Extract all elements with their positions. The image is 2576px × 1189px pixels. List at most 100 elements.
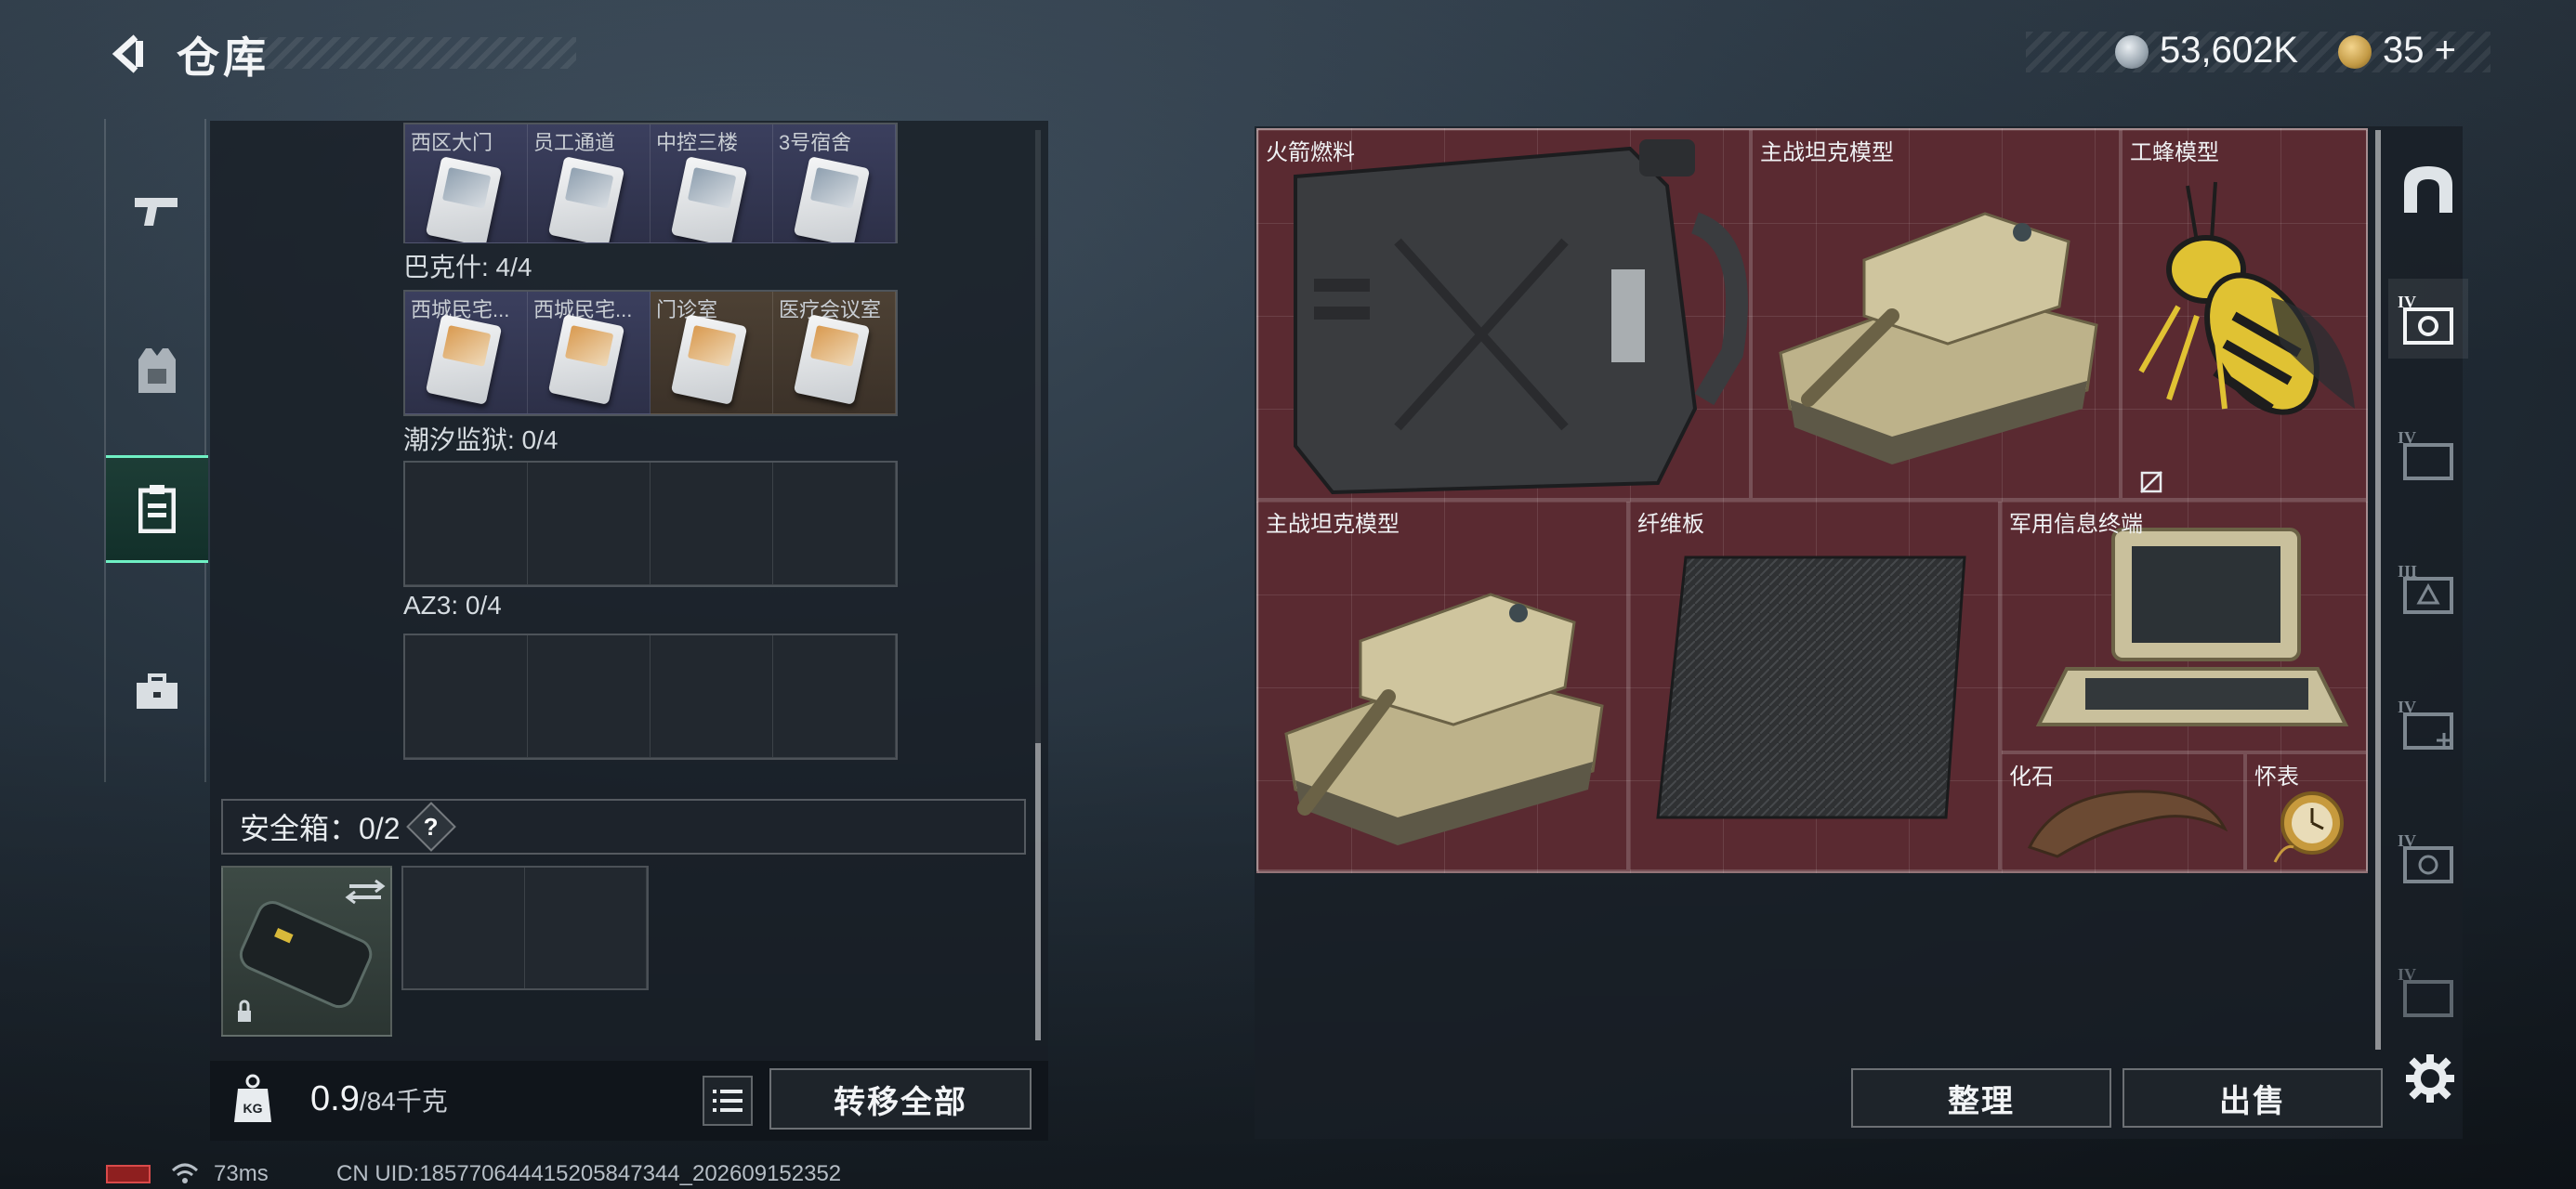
right-scrollbar[interactable]	[2375, 130, 2381, 1050]
item-military-terminal[interactable]: 军用信息终端	[2000, 500, 2368, 752]
back-arrow-icon	[112, 34, 143, 73]
empty-slot[interactable]	[773, 635, 896, 758]
keycard-icon	[793, 314, 871, 405]
left-scrollbar[interactable]	[1035, 130, 1041, 1040]
ping-value: 73ms	[214, 1161, 269, 1186]
secure-case-icon	[238, 879, 386, 1022]
key-slot[interactable]: 医疗会议室	[773, 292, 896, 414]
scroll-thumb[interactable]	[1035, 743, 1041, 1040]
key-slot[interactable]: 门诊室	[651, 292, 773, 414]
empty-slot[interactable]	[525, 868, 647, 988]
rail-home[interactable]	[2388, 149, 2468, 229]
weight-value: 0.9/84千克	[310, 1079, 448, 1118]
key-slot[interactable]: 西城民宅...	[528, 292, 651, 414]
empty-slot[interactable]	[773, 463, 896, 585]
item-tank-model[interactable]: 主战坦克模型	[1256, 500, 1628, 871]
storage-case-icon: IV	[2398, 831, 2453, 883]
jerrycan-icon	[1294, 139, 1748, 495]
unbound-icon	[2140, 471, 2162, 493]
keycard-icon	[670, 314, 748, 405]
rail-case-4[interactable]: IV	[2388, 684, 2468, 764]
keycard-icon	[425, 156, 503, 242]
help-label: ?	[423, 812, 439, 841]
empty-slot[interactable]	[528, 635, 651, 758]
key-slot[interactable]: 3号宿舍	[773, 124, 896, 243]
storage-case-icon: IV	[2398, 293, 2453, 345]
rail-weapons[interactable]	[106, 160, 208, 262]
battery-icon	[106, 1165, 151, 1183]
item-rocket-fuel[interactable]: 火箭燃料	[1256, 128, 1751, 500]
item-wasp-model[interactable]: 工蜂模型	[2121, 128, 2368, 500]
keycard-icon	[547, 156, 625, 242]
item-name: 军用信息终端	[2009, 512, 2143, 537]
empty-slot[interactable]	[651, 463, 773, 585]
item-name: 主战坦克模型	[1760, 140, 1894, 165]
key-slot[interactable]: 西城民宅...	[405, 292, 528, 414]
weight-kg-icon: KG	[234, 1074, 271, 1122]
slot-name: 西区大门	[411, 131, 493, 154]
section-label: AZ3: 0/4	[403, 591, 502, 620]
tank-model-icon	[1284, 593, 1604, 845]
wasp-model-icon	[2138, 181, 2355, 415]
rail-case-2[interactable]: IV	[2388, 414, 2468, 494]
item-pocket-watch[interactable]: 怀表	[2245, 752, 2368, 871]
category-rail	[104, 119, 208, 782]
storage-case-icon: IV	[2398, 698, 2453, 750]
currency-value: 53,602K	[2160, 30, 2299, 71]
section-label: 潮汐监狱: 0/4	[403, 425, 559, 454]
scroll-thumb[interactable]	[2375, 130, 2381, 1050]
item-name: 纤维板	[1637, 512, 1704, 537]
key-grid-4	[403, 634, 898, 760]
rail-case-6[interactable]: IV	[2388, 951, 2468, 1031]
safe-box-case[interactable]	[221, 866, 392, 1037]
sell-button[interactable]: 出售	[2123, 1068, 2383, 1128]
organize-button[interactable]: 整理	[1851, 1068, 2111, 1128]
empty-slot[interactable]	[651, 635, 773, 758]
safe-box-slots	[401, 866, 649, 990]
empty-slot[interactable]	[405, 463, 528, 585]
section-label: 巴克什: 4/4	[403, 253, 532, 281]
rail-keycards[interactable]	[106, 455, 208, 563]
item-name: 怀表	[2254, 764, 2299, 790]
empty-slot[interactable]	[528, 463, 651, 585]
storage-case-icon: III	[2398, 562, 2453, 614]
token-value[interactable]: 35 +	[2383, 30, 2456, 72]
empty-slot[interactable]	[405, 635, 528, 758]
settings-button[interactable]	[2398, 1046, 2463, 1111]
home-arch-icon	[2404, 166, 2452, 213]
token-plus[interactable]: +	[2435, 30, 2456, 71]
rail-armor[interactable]	[106, 320, 208, 422]
player-uid: CN UID:185770644415205847344_20260915235…	[336, 1161, 842, 1186]
empty-slot[interactable]	[403, 868, 525, 988]
key-slot[interactable]: 西区大门	[405, 124, 528, 243]
rail-case-1[interactable]: IV	[2388, 279, 2468, 359]
key-slot[interactable]: 员工通道	[528, 124, 651, 243]
item-name: 火箭燃料	[1266, 140, 1355, 165]
help-button[interactable]: ?	[405, 802, 456, 852]
key-grid-3	[403, 461, 898, 587]
item-tank-model[interactable]: 主战坦克模型	[1751, 128, 2121, 500]
item-fossil[interactable]: 化石	[2000, 752, 2245, 871]
fiber-board-icon	[1656, 555, 1966, 819]
key-slot[interactable]: 中控三楼	[651, 124, 773, 243]
keycard-icon	[793, 156, 871, 242]
coin-icon	[2115, 35, 2149, 69]
keycard-icon	[547, 314, 625, 405]
item-name: 主战坦克模型	[1266, 512, 1400, 537]
tank-model-icon	[1779, 212, 2098, 464]
military-terminal-icon	[2035, 528, 2349, 726]
item-name: 化石	[2009, 764, 2054, 790]
safe-box-header: 安全箱：0/2 ?	[221, 799, 1026, 855]
item-fiber-board[interactable]: 纤维板	[1628, 500, 2000, 871]
rail-case-5[interactable]: IV	[2388, 817, 2468, 897]
list-icon	[713, 1090, 743, 1112]
rail-tools[interactable]	[106, 641, 208, 743]
safe-box-title: 安全箱：0/2	[240, 812, 401, 845]
transfer-all-button[interactable]: 转移全部	[769, 1068, 1032, 1130]
keycard-icon	[425, 314, 503, 405]
back-button[interactable]	[102, 26, 158, 82]
wifi-icon	[171, 1163, 199, 1183]
list-view-button[interactable]	[703, 1076, 753, 1126]
storage-rail: IV IV III IV IV IV	[2388, 149, 2468, 1022]
rail-case-3[interactable]: III	[2388, 548, 2468, 628]
